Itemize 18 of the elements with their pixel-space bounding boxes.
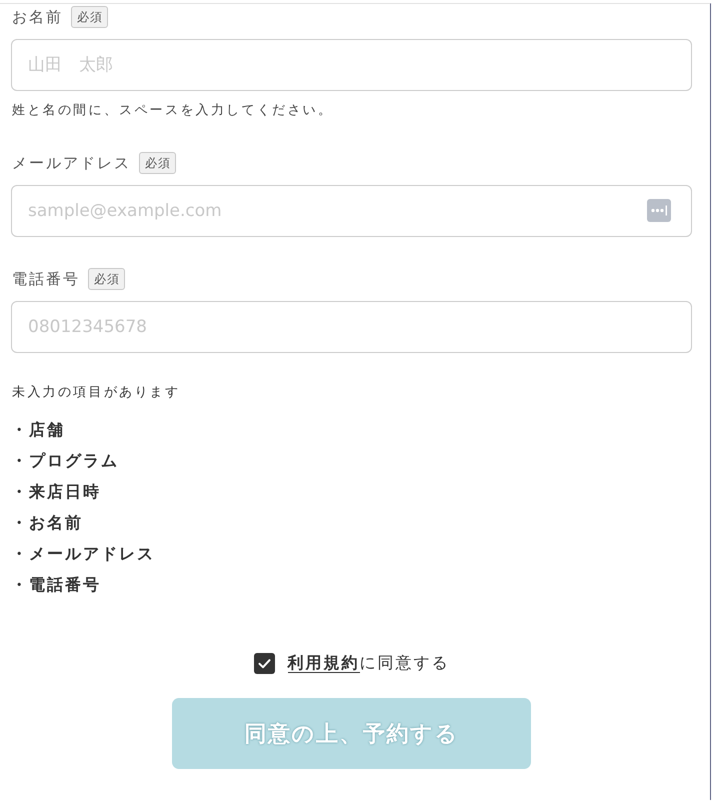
missing-item: ・電話番号 xyxy=(11,574,101,596)
missing-item: ・メールアドレス xyxy=(11,543,155,565)
terms-link[interactable]: 利用規約 xyxy=(288,653,360,673)
field-label: お名前 xyxy=(12,7,63,27)
missing-item: ・プログラム xyxy=(11,450,119,472)
missing-item: ・店舗 xyxy=(11,419,65,441)
required-badge: 必須 xyxy=(71,6,108,28)
field-label: 電話番号 xyxy=(12,269,80,289)
missing-item: ・お名前 xyxy=(11,512,83,534)
required-badge: 必須 xyxy=(88,268,125,290)
password-dots-icon[interactable] xyxy=(647,199,671,222)
missing-fields-message: 未入力の項目があります xyxy=(12,384,182,402)
missing-item: ・来店日時 xyxy=(11,481,101,503)
agree-label: 利用規約 に同意する xyxy=(288,652,450,674)
field-hint: 姓と名の間に、スペースを入力してください。 xyxy=(12,102,334,120)
field-label: メールアドレス xyxy=(12,153,131,173)
required-badge: 必須 xyxy=(139,152,176,174)
agree-checkbox[interactable] xyxy=(254,652,274,674)
